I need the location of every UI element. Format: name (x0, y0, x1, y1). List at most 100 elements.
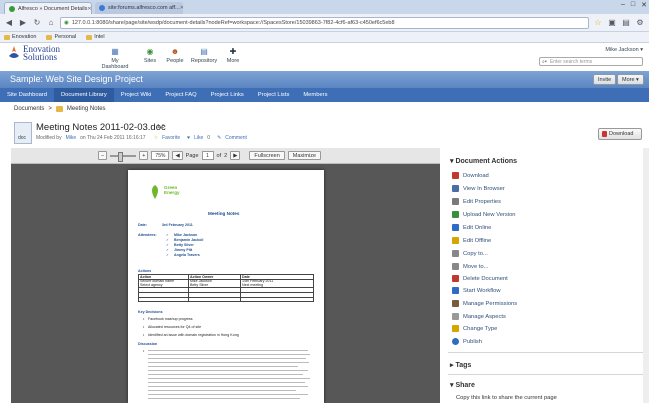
site-more-button[interactable]: More ▾ (617, 74, 644, 85)
favorite-link[interactable]: Favorite (162, 135, 180, 141)
viewer-toolbar: − + 75% ◀ Page 1 of 2 ▶ Fullscreen Maxim… (11, 148, 440, 164)
action-label: Upload New Version (463, 211, 516, 218)
action-publish[interactable]: Publish (452, 338, 482, 345)
back-icon[interactable]: ◀ (4, 18, 14, 28)
action-label: Start Workflow (463, 287, 501, 294)
action-edit-properties[interactable]: Edit Properties (452, 198, 501, 205)
action-edit-offline[interactable]: Edit Offline (452, 237, 491, 244)
home-icon[interactable]: ⌂ (46, 18, 56, 28)
bookmark-intel[interactable]: Intel (86, 34, 105, 40)
search-input[interactable]: ⌕▾ Enter search terms (539, 57, 643, 66)
page-number-input[interactable]: 1 (201, 151, 214, 160)
site-nav-faq[interactable]: Project FAQ (158, 88, 203, 102)
bookmark-star-icon[interactable]: ☆ (593, 18, 603, 28)
alfresco-favicon-icon (9, 5, 15, 12)
download-button[interactable]: Download (598, 128, 642, 140)
tab-title: Alfresco » Document Details (18, 5, 88, 12)
browser-tab-active[interactable]: Alfresco » Document Details ✕ (4, 2, 92, 14)
breadcrumb-folder[interactable]: Meeting Notes (67, 106, 106, 112)
discussion-label: Discussion (138, 342, 158, 346)
logo-text-2: Solutions (23, 52, 58, 62)
nav-more[interactable]: ✚ More (216, 47, 250, 64)
fullscreen-button[interactable]: Fullscreen (249, 151, 285, 160)
comment-icon[interactable]: ✎ (217, 135, 221, 141)
next-page-button[interactable]: ▶ (230, 151, 241, 160)
action-view-in-browser[interactable]: View In Browser (452, 185, 505, 192)
bookmark-personal[interactable]: Personal (46, 34, 76, 40)
site-nav-dashboard[interactable]: Site Dashboard (0, 88, 54, 102)
forward-icon[interactable]: ▶ (18, 18, 28, 28)
text-line (148, 382, 305, 384)
user-menu[interactable]: Mike Jackson ▾ (605, 47, 643, 53)
action-download[interactable]: Download (452, 172, 489, 179)
action-manage-aspects[interactable]: Manage Aspects (452, 313, 506, 320)
action-move-to[interactable]: Move to... (452, 263, 488, 270)
zoom-in-button[interactable]: + (139, 151, 149, 160)
page-menu-icon[interactable]: ▤ (621, 18, 631, 28)
bookmark-enovation[interactable]: Enovation (4, 34, 36, 40)
aspects-icon (452, 313, 459, 320)
comment-link[interactable]: Comment (225, 135, 247, 141)
text-line (148, 378, 310, 380)
breadcrumb-documents[interactable]: Documents (14, 106, 44, 112)
action-manage-permissions[interactable]: Manage Permissions (452, 300, 517, 307)
site-nav-members[interactable]: Members (296, 88, 334, 102)
document-version: 1.0 (157, 124, 165, 130)
close-window-icon[interactable]: ✕ (641, 1, 647, 9)
extension-icon[interactable]: ▣ (607, 18, 617, 28)
document-page: Green Energy Meeting Notes Date: 3rd Feb… (128, 170, 324, 403)
upload-icon (452, 211, 459, 218)
green-energy-leaf-icon (152, 185, 158, 199)
site-nav-document-library[interactable]: Document Library (53, 88, 114, 102)
text-line (148, 362, 309, 364)
browser-tab-inactive[interactable]: site:forums.alfresco.com aff... ✕ (95, 2, 183, 14)
invite-button[interactable]: Invite (593, 74, 617, 85)
minimize-icon[interactable]: – (621, 1, 625, 9)
action-copy-to[interactable]: Copy to... (452, 250, 488, 257)
site-nav-lists[interactable]: Project Lists (251, 88, 297, 102)
page-scrollbar[interactable] (643, 148, 649, 403)
site-nav-links[interactable]: Project Links (204, 88, 251, 102)
nav-label: Repository (190, 58, 218, 64)
attendee: Angela Travers (174, 253, 200, 257)
share-title: Share (455, 382, 475, 389)
actions-label: Actions (138, 269, 152, 273)
zoom-select[interactable]: 75% (151, 151, 170, 160)
action-change-type[interactable]: Change Type (452, 325, 497, 332)
action-label: Move to... (463, 263, 489, 270)
action-upload-new-version[interactable]: Upload New Version (452, 211, 516, 218)
modified-user-link[interactable]: Mike (66, 135, 77, 141)
zoom-out-button[interactable]: − (98, 151, 108, 160)
nav-label: People (166, 58, 184, 64)
publish-icon (452, 338, 459, 345)
zoom-slider[interactable] (110, 151, 137, 162)
share-section-heading[interactable]: ▾ Share (450, 381, 475, 389)
close-tab-icon[interactable]: ✕ (180, 5, 183, 11)
bullet-icon: • (143, 333, 145, 337)
maximize-button[interactable]: Maximize (287, 151, 322, 160)
action-label: Change Type (463, 325, 498, 332)
action-label: Copy to... (463, 250, 488, 257)
favorite-star-icon[interactable]: ☆ (154, 135, 158, 141)
search-placeholder: Enter search terms (549, 58, 593, 65)
tags-section-heading[interactable]: ▸ Tags (450, 361, 471, 369)
action-edit-online[interactable]: Edit Online (452, 224, 491, 231)
address-bar[interactable]: ◉ 127.0.0.1:8080/share/page/site/wsdp/do… (60, 16, 589, 29)
action-start-workflow[interactable]: Start Workflow (452, 287, 501, 294)
maximize-icon[interactable]: □ (631, 1, 635, 9)
close-tab-icon[interactable]: ✕ (87, 6, 91, 12)
reload-icon[interactable]: ↻ (32, 18, 42, 28)
folder-icon (55, 106, 63, 112)
enovation-logo[interactable]: Enovation Solutions (8, 45, 60, 62)
like-link[interactable]: Like (194, 135, 203, 141)
prev-page-button[interactable]: ◀ (172, 151, 183, 160)
action-delete-document[interactable]: Delete Document (452, 275, 508, 282)
repository-icon: ▤ (200, 47, 208, 56)
like-icon[interactable]: ♥ (187, 135, 190, 141)
nav-my-dashboard[interactable]: ▦ My Dashboard (98, 47, 132, 70)
edit-offline-icon (452, 237, 459, 244)
site-nav-wiki[interactable]: Project Wiki (114, 88, 159, 102)
document-actions-heading[interactable]: ▾ Document Actions (450, 157, 517, 165)
url-text: 127.0.0.1:8080/share/page/site/wsdp/docu… (71, 19, 395, 26)
wrench-icon[interactable]: ⚙ (635, 18, 645, 28)
